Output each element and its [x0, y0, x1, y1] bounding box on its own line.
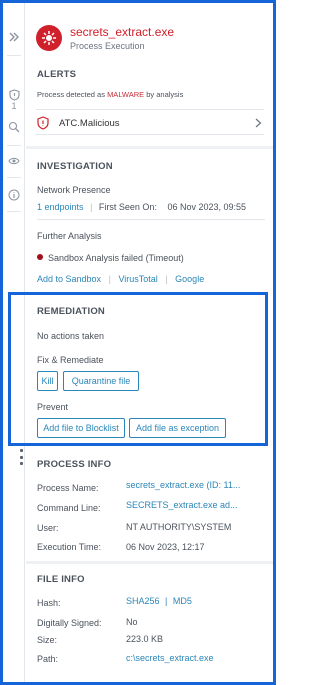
- shield-icon: [8, 89, 20, 101]
- rail-info[interactable]: [3, 189, 25, 201]
- md5-link[interactable]: MD5: [173, 596, 192, 606]
- chevron-right-icon: [255, 118, 262, 128]
- shield-badge: 1: [11, 101, 17, 111]
- resize-handle[interactable]: [20, 449, 24, 465]
- alerts-detected-text: Process detected as MALWARE by analysis: [37, 90, 184, 99]
- signed-label: Digitally Signed:: [37, 618, 102, 628]
- eye-icon: [8, 157, 20, 165]
- analysis-links: Add to Sandbox | VirusTotal | Google: [37, 274, 205, 284]
- network-presence-label: Network Presence: [37, 185, 111, 195]
- first-seen-row: 1 endpoints | First Seen On: 06 Nov 2023…: [37, 202, 247, 212]
- google-link[interactable]: Google: [175, 274, 204, 284]
- virustotal-link[interactable]: VirusTotal: [118, 274, 157, 284]
- remediation-highlight: [8, 292, 268, 446]
- malware-icon: [36, 25, 62, 51]
- info-icon: [8, 189, 20, 201]
- process-title: secrets_extract.exe: [70, 25, 175, 39]
- file-info-heading: FILE INFO: [37, 574, 85, 585]
- endpoints-link[interactable]: 1 endpoints: [37, 202, 84, 212]
- alerts-heading: ALERTS: [37, 69, 77, 80]
- first-seen-label: First Seen On:: [98, 202, 157, 212]
- command-line-label: Command Line:: [37, 503, 101, 513]
- process-subtitle: Process Execution: [70, 41, 145, 51]
- status-dot-icon: [37, 254, 43, 260]
- magnifier-icon: [8, 121, 20, 133]
- investigation-heading: INVESTIGATION: [37, 161, 113, 172]
- alert-name: ATC.Malicious: [59, 118, 120, 129]
- hash-links: SHA256 | MD5: [126, 596, 192, 606]
- execution-time-value: 06 Nov 2023, 12:17: [126, 542, 205, 552]
- execution-time-label: Execution Time:: [37, 542, 102, 552]
- rail-view[interactable]: [3, 156, 25, 166]
- signed-value: No: [126, 617, 138, 627]
- expand-icon[interactable]: [3, 31, 25, 43]
- user-label: User:: [37, 523, 59, 533]
- hash-label: Hash:: [37, 598, 61, 608]
- rail-alerts[interactable]: 1: [3, 89, 25, 111]
- process-info-heading: PROCESS INFO: [37, 459, 112, 470]
- malware-label: MALWARE: [107, 90, 145, 99]
- first-seen-value: 06 Nov 2023, 09:55: [167, 202, 247, 212]
- sandbox-status: Sandbox Analysis failed (Timeout): [37, 253, 184, 263]
- size-value: 223.0 KB: [126, 634, 164, 644]
- command-line-value[interactable]: SECRETS_extract.exe ad...: [126, 500, 238, 510]
- sha256-link[interactable]: SHA256: [126, 596, 160, 606]
- process-name-value[interactable]: secrets_extract.exe (ID: 11...: [126, 480, 240, 490]
- path-value[interactable]: c:\secrets_extract.exe: [126, 653, 214, 663]
- user-value: NT AUTHORITY\SYSTEM: [126, 522, 232, 532]
- further-analysis-label: Further Analysis: [37, 231, 102, 241]
- process-name-label: Process Name:: [37, 483, 99, 493]
- add-to-sandbox-link[interactable]: Add to Sandbox: [37, 274, 101, 284]
- rail-investigation[interactable]: [3, 121, 25, 133]
- path-label: Path:: [37, 654, 59, 664]
- alert-row[interactable]: ATC.Malicious: [36, 109, 264, 135]
- warning-shield-icon: [37, 116, 49, 130]
- size-label: Size:: [37, 635, 58, 645]
